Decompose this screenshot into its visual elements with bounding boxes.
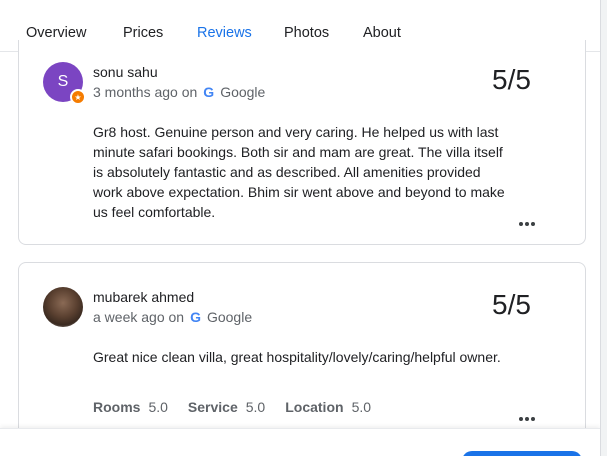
avatar[interactable]: S ★: [43, 62, 86, 105]
review-card: mubarek ahmed a week ago on G Google 5/5…: [18, 262, 586, 456]
tab-reviews[interactable]: Reviews: [197, 25, 252, 41]
rating-location: Location 5.0: [285, 399, 372, 415]
google-icon: G: [190, 309, 201, 325]
review-card: S ★ sonu sahu 3 months ago on G Google 5…: [18, 40, 586, 245]
review-source: Google: [206, 309, 253, 325]
avatar[interactable]: [43, 287, 83, 327]
review-text: Gr8 host. Genuine person and very caring…: [93, 124, 505, 220]
tab-photos[interactable]: Photos: [284, 25, 329, 41]
review-meta: 3 months ago on G Google: [93, 84, 265, 100]
google-icon: G: [203, 84, 215, 100]
tab-overview[interactable]: Overview: [26, 25, 86, 41]
avatar-letter: S: [57, 73, 69, 90]
review-source: Google: [220, 84, 266, 100]
review-text: Great nice clean villa, great hospitalit…: [93, 349, 501, 365]
rating-service: Service 5.0: [187, 399, 266, 415]
write-review-button[interactable]: [462, 451, 582, 456]
reviewer-name[interactable]: mubarek ahmed: [93, 289, 194, 305]
review-meta: a week ago on G Google: [93, 309, 252, 325]
review-time: 3 months ago on: [93, 84, 198, 100]
tab-about[interactable]: About: [363, 25, 401, 41]
review-time: a week ago on: [93, 309, 185, 325]
review-score: 5/5: [492, 289, 531, 320]
scrollbar[interactable]: [600, 0, 607, 456]
local-guide-badge-icon: ★: [70, 89, 86, 105]
review-ratings: Rooms 5.0 Service 5.0 Location 5.0: [93, 399, 371, 415]
more-options-icon[interactable]: [519, 408, 539, 421]
rating-rooms: Rooms 5.0: [93, 399, 168, 415]
more-options-icon[interactable]: [519, 213, 539, 226]
review-score: 5/5: [492, 64, 531, 95]
reviewer-name[interactable]: sonu sahu: [93, 64, 158, 80]
tab-prices[interactable]: Prices: [123, 25, 163, 41]
